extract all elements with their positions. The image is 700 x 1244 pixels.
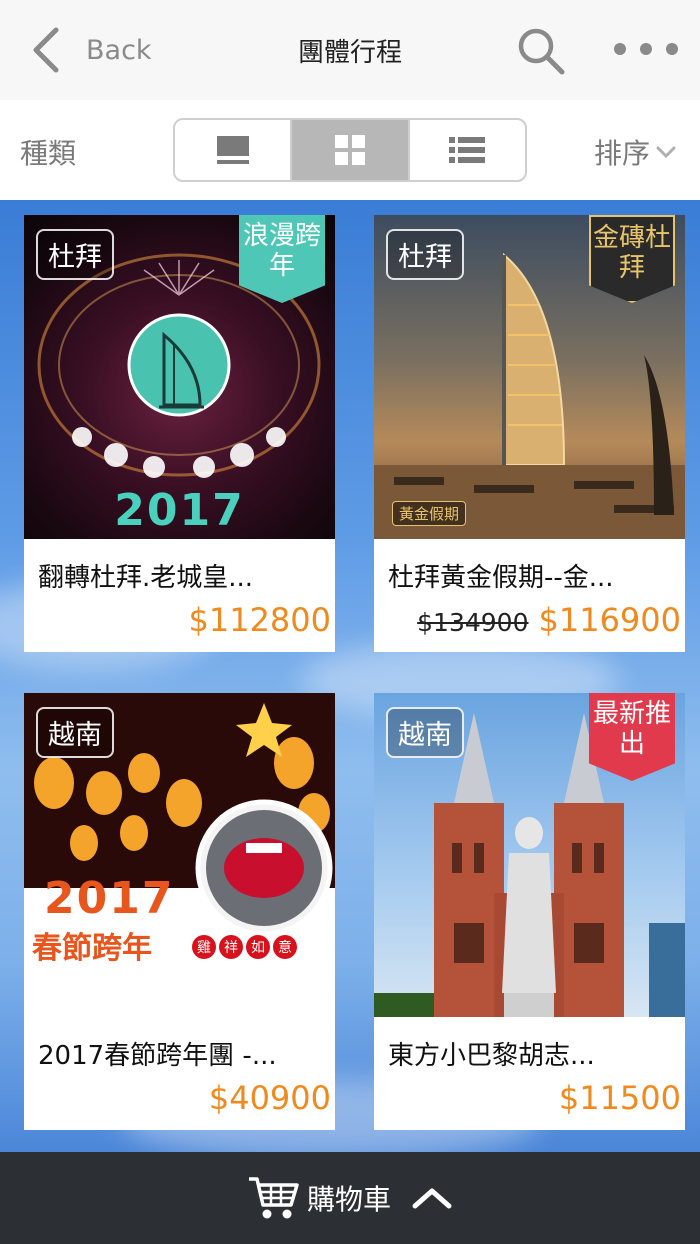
shopping-cart-bar[interactable]: 購物車: [0, 1152, 700, 1244]
image-subcaption: 春節跨年: [32, 931, 152, 966]
original-price: $134900: [417, 608, 529, 637]
category-filter[interactable]: 種類: [20, 132, 76, 172]
image-caption: 黃金假期: [392, 501, 467, 526]
product-image: 越南 最新推出: [374, 693, 685, 1017]
grid-view-button[interactable]: [292, 120, 410, 180]
product-price: $112800: [188, 601, 331, 639]
view-mode-switcher: [173, 118, 527, 182]
product-name: 翻轉杜拜.老城皇...: [38, 563, 254, 593]
badge-char: 意: [273, 935, 297, 959]
grid-view-icon: [334, 135, 365, 165]
product-price: $40900: [208, 1079, 331, 1117]
sort-label: 排序: [594, 137, 651, 170]
destination-tag: 越南: [36, 707, 114, 758]
image-caption: 2017: [44, 873, 175, 924]
promo-ribbon: 最新推出: [589, 693, 675, 781]
badge-char: 如: [246, 935, 270, 959]
product-card[interactable]: 黃金假期 杜拜 金磚杜拜 杜拜黃金假期--金... $134900 $11690…: [374, 215, 685, 652]
product-image: 2017 杜拜 浪漫跨年: [24, 215, 335, 539]
product-card[interactable]: 越南 最新推出 東方小巴黎胡志... $11500: [374, 693, 685, 1130]
product-card[interactable]: 2017 春節跨年 雞 祥 如 意 越南 2017春節跨年團 -... $409…: [24, 693, 335, 1130]
product-name: 2017春節跨年團 -...: [38, 1041, 277, 1071]
promo-ribbon: 金磚杜拜: [589, 215, 675, 303]
image-badges: 雞 祥 如 意: [192, 935, 297, 959]
list-view-button[interactable]: [410, 120, 525, 180]
product-name: 東方小巴黎胡志...: [388, 1041, 595, 1071]
promo-ribbon: 浪漫跨年: [239, 215, 325, 303]
chevron-down-icon: [656, 146, 676, 159]
product-image: 2017 春節跨年 雞 祥 如 意 越南: [24, 693, 335, 1017]
price-row: $40900: [209, 1079, 331, 1117]
price-row: $11500: [559, 1079, 681, 1117]
price-row: $134900 $116900: [417, 601, 681, 639]
cart-label: 購物車: [306, 1183, 391, 1216]
back-button[interactable]: Back: [28, 24, 152, 76]
destination-tag: 越南: [386, 707, 464, 758]
badge-char: 祥: [219, 935, 243, 959]
product-name: 杜拜黃金假期--金...: [388, 563, 614, 593]
product-price: $11500: [558, 1079, 681, 1117]
price-row: $112800: [188, 601, 331, 639]
back-label: Back: [86, 34, 152, 66]
product-price: $116900: [538, 601, 681, 639]
product-card[interactable]: 2017 杜拜 浪漫跨年 翻轉杜拜.老城皇... $112800: [24, 215, 335, 652]
image-caption: 2017: [114, 485, 245, 536]
badge-char: 雞: [192, 935, 216, 959]
product-grid: 2017 杜拜 浪漫跨年 翻轉杜拜.老城皇... $112800 黃金假期 杜拜…: [0, 200, 700, 1152]
sort-dropdown[interactable]: 排序: [594, 132, 676, 172]
destination-tag: 杜拜: [36, 229, 114, 280]
more-options-icon[interactable]: [612, 38, 680, 60]
destination-tag: 杜拜: [386, 229, 464, 280]
chevron-up-icon: [412, 1188, 452, 1209]
single-view-icon: [216, 136, 249, 164]
single-view-button[interactable]: [175, 120, 293, 180]
chevron-left-icon: [33, 27, 59, 73]
shopping-cart-icon: [248, 1177, 299, 1219]
search-icon[interactable]: [516, 26, 566, 76]
product-image: 黃金假期 杜拜 金磚杜拜: [374, 215, 685, 539]
list-view-icon: [449, 137, 486, 163]
filter-bar: 種類 排序: [0, 100, 700, 200]
top-bar: Back 團體行程: [0, 0, 700, 100]
